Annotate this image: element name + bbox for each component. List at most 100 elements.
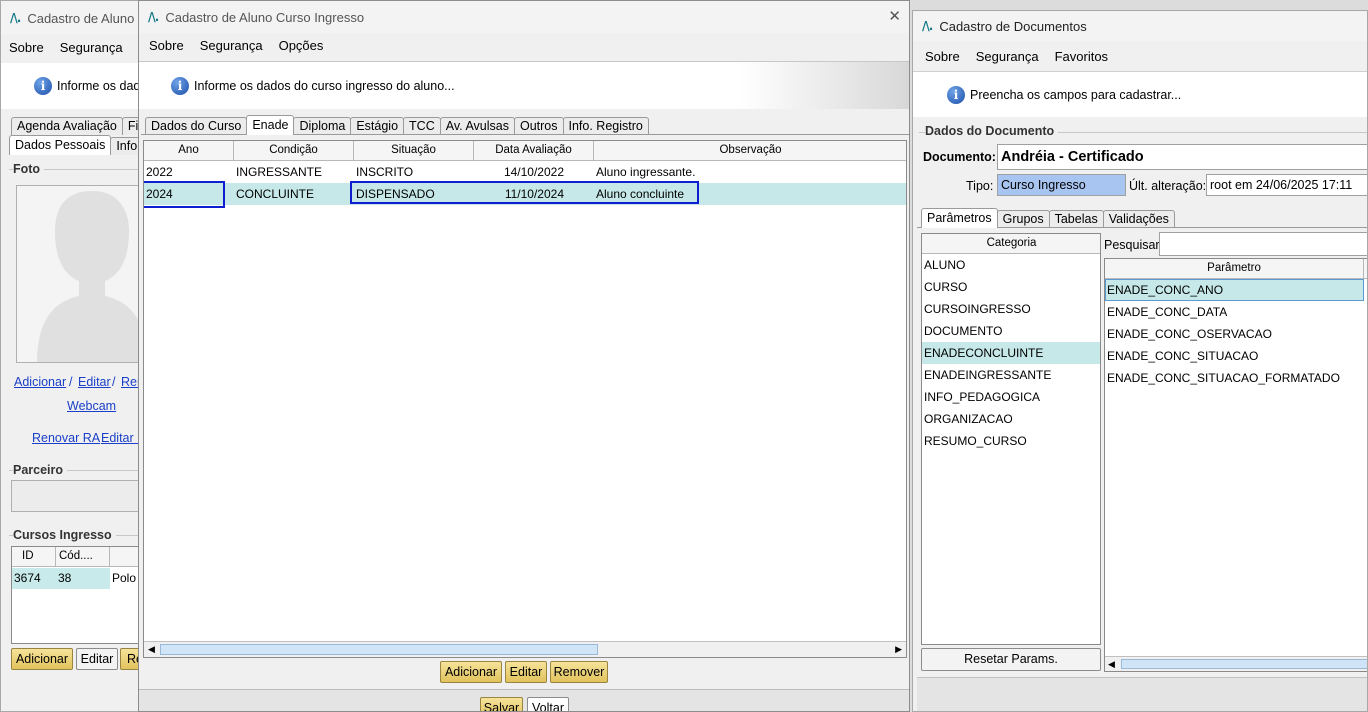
categoria-item[interactable]: RESUMO_CURSO (922, 430, 1100, 452)
col-header-id[interactable]: ID (12, 547, 56, 567)
pesquisar-label: Pesquisar: (1104, 238, 1164, 252)
col-header-data-avaliacao[interactable]: Data Avaliação (474, 141, 594, 161)
tabs-documento: Parâmetros Grupos Tabelas Validações (921, 208, 1175, 228)
titlebar-aluno[interactable]: /\. Cadastro de Aluno (1, 1, 144, 35)
link-sep-2: / (112, 375, 116, 389)
cell-data-avaliacao: 14/10/2022 (503, 165, 564, 179)
menu-sobre[interactable]: Sobre (141, 36, 192, 56)
app-logo-icon: /\. (922, 19, 933, 33)
cursos-ingresso-label: Cursos Ingresso (13, 528, 116, 542)
tab-diploma[interactable]: Diploma (293, 117, 352, 135)
menu-seguranca[interactable]: Segurança (968, 47, 1047, 67)
status-strip (917, 677, 1367, 711)
info-icon: i (171, 76, 189, 95)
tab-tabelas[interactable]: Tabelas (1048, 210, 1104, 228)
close-icon[interactable]: ✕ (888, 7, 901, 25)
tab-tcc[interactable]: TCC (403, 117, 441, 135)
tab-dados-do-curso[interactable]: Dados do Curso (145, 117, 248, 135)
tab-outros[interactable]: Outros (513, 117, 564, 135)
col-header-cod[interactable]: Cód.... (56, 547, 110, 567)
tab-dados-pessoais[interactable]: Dados Pessoais (9, 135, 112, 155)
parametro-list[interactable]: Parâmetro ENADE_CONC_ANO ENADE_CONC_DATA E… (1104, 258, 1367, 672)
categoria-header[interactable]: Categoria (922, 234, 1100, 254)
enade-table[interactable]: Ano Condição Situação Data Avaliação Obs… (143, 140, 907, 658)
parametro-item[interactable]: ENADE_CONC_OSERVACAO (1105, 323, 1364, 345)
voltar-button[interactable]: Voltar (527, 697, 569, 711)
categoria-item[interactable]: ENADECONCLUINTE (922, 342, 1100, 364)
scroll-right-icon[interactable]: ▶ (895, 644, 902, 655)
menu-sobre[interactable]: Sobre (1, 38, 52, 58)
editar-button[interactable]: Editar (505, 661, 547, 683)
menubar-documentos: Sobre Segurança Favoritos (913, 47, 1367, 67)
info-icon: i (947, 85, 965, 104)
categoria-item[interactable]: ENADEINGRESSANTE (922, 364, 1100, 386)
parametro-item[interactable]: ENADE_CONC_SITUACAO_FORMATADO (1105, 367, 1364, 389)
tab-validacoes[interactable]: Validações (1102, 210, 1175, 228)
tabs-curso-ingresso: Dados do Curso Enade Diploma Estágio TCC… (145, 115, 649, 135)
link-sep-1: / (69, 375, 73, 389)
link-renovar-ra[interactable]: Renovar RA (32, 431, 100, 445)
parametro-item[interactable]: ENADE_CONC_ANO (1105, 279, 1364, 301)
tipo-label: Tipo: (966, 179, 994, 193)
titlebar-curso-ingresso[interactable]: /\. Cadastro de Aluno Curso Ingresso ✕ (139, 1, 909, 33)
remover-button[interactable]: Remover (550, 661, 608, 683)
categoria-item[interactable]: ORGANIZACAO (922, 408, 1100, 430)
parceiro-field[interactable] (11, 480, 144, 512)
titlebar-documentos[interactable]: /\. Cadastro de Documentos (913, 11, 1367, 41)
tab-enade[interactable]: Enade (246, 115, 295, 135)
tab-info-registro[interactable]: Info. Registro (562, 117, 649, 135)
link-editar-foto[interactable]: Editar (78, 375, 111, 389)
parametro-header[interactable]: Parâmetro (1105, 259, 1364, 279)
menu-sobre[interactable]: Sobre (917, 47, 968, 67)
col-header-situacao[interactable]: Situação (354, 141, 474, 161)
tab-grupos[interactable]: Grupos (996, 210, 1050, 228)
pesquisar-input[interactable] (1159, 232, 1367, 256)
categoria-item[interactable]: DOCUMENTO (922, 320, 1100, 342)
ultima-alteracao-field: root em 24/06/2025 17:11 (1206, 174, 1367, 196)
dados-documento-label: Dados do Documento (925, 124, 1059, 138)
enade-hscrollbar[interactable]: ◀ ▶ (144, 641, 906, 657)
col-header-condicao[interactable]: Condição (234, 141, 354, 161)
parametro-item[interactable]: ENADE_CONC_SITUACAO (1105, 345, 1364, 367)
cell-polo: Polo (112, 571, 137, 585)
foto-label: Foto (13, 162, 45, 176)
documento-field[interactable]: Andréia - Certificado (997, 144, 1367, 170)
parametro-hscrollbar[interactable]: ◀ (1105, 656, 1367, 671)
window-cadastro-aluno: /\. Cadastro de Aluno Sobre Segurança Fa… (0, 0, 145, 712)
menu-opcoes[interactable]: Opções (271, 36, 332, 56)
scroll-thumb[interactable] (160, 644, 598, 655)
categoria-item[interactable]: INFO_PEDAGOGICA (922, 386, 1100, 408)
categoria-item[interactable]: CURSOINGRESSO (922, 298, 1100, 320)
tab-parametros[interactable]: Parâmetros (921, 208, 998, 228)
menu-seguranca[interactable]: Segurança (192, 36, 271, 56)
scroll-thumb[interactable] (1121, 659, 1367, 669)
col-header-ano[interactable]: Ano (144, 141, 234, 161)
tab-av-avulsas[interactable]: Av. Avulsas (439, 117, 515, 135)
cursos-ingresso-table[interactable]: ID Cód.... 3674 38 Polo (11, 546, 144, 644)
col-header-observacao[interactable]: Observação (594, 141, 906, 161)
salvar-button[interactable]: Salvar (480, 697, 523, 711)
menu-seguranca[interactable]: Segurança (52, 38, 131, 58)
link-webcam[interactable]: Webcam (67, 399, 116, 413)
tipo-field[interactable]: Curso Ingresso (997, 174, 1126, 196)
photo-placeholder[interactable] (16, 185, 144, 363)
menu-favoritos[interactable]: Favoritos (1047, 47, 1116, 67)
scroll-left-icon[interactable]: ◀ (1108, 659, 1115, 670)
editar-curso-button[interactable]: Editar (76, 648, 118, 670)
tab-estagio[interactable]: Estágio (350, 117, 405, 135)
categoria-item[interactable]: CURSO (922, 276, 1100, 298)
categoria-item[interactable]: ALUNO (922, 254, 1100, 276)
tab-agenda-avaliacao[interactable]: Agenda Avaliação (11, 117, 123, 135)
scroll-left-icon[interactable]: ◀ (148, 644, 155, 655)
highlight-ano (144, 181, 225, 208)
info-bar-documentos: i Preencha os campos para cadastrar... (913, 71, 1367, 117)
window-curso-ingresso: /\. Cadastro de Aluno Curso Ingresso ✕ S… (138, 0, 910, 712)
adicionar-curso-button[interactable]: Adicionar (11, 648, 73, 670)
adicionar-button[interactable]: Adicionar (440, 661, 502, 683)
info-text-curso: Informe os dados do curso ingresso do al… (194, 78, 455, 93)
info-icon: i (34, 77, 52, 95)
link-adicionar-foto[interactable]: Adicionar (14, 375, 66, 389)
parametro-item[interactable]: ENADE_CONC_DATA (1105, 301, 1364, 323)
categoria-list[interactable]: Categoria ALUNO CURSO CURSOINGRESSO DOCUMEN… (921, 233, 1101, 645)
resetar-params-button[interactable]: Resetar Params. (921, 648, 1101, 671)
